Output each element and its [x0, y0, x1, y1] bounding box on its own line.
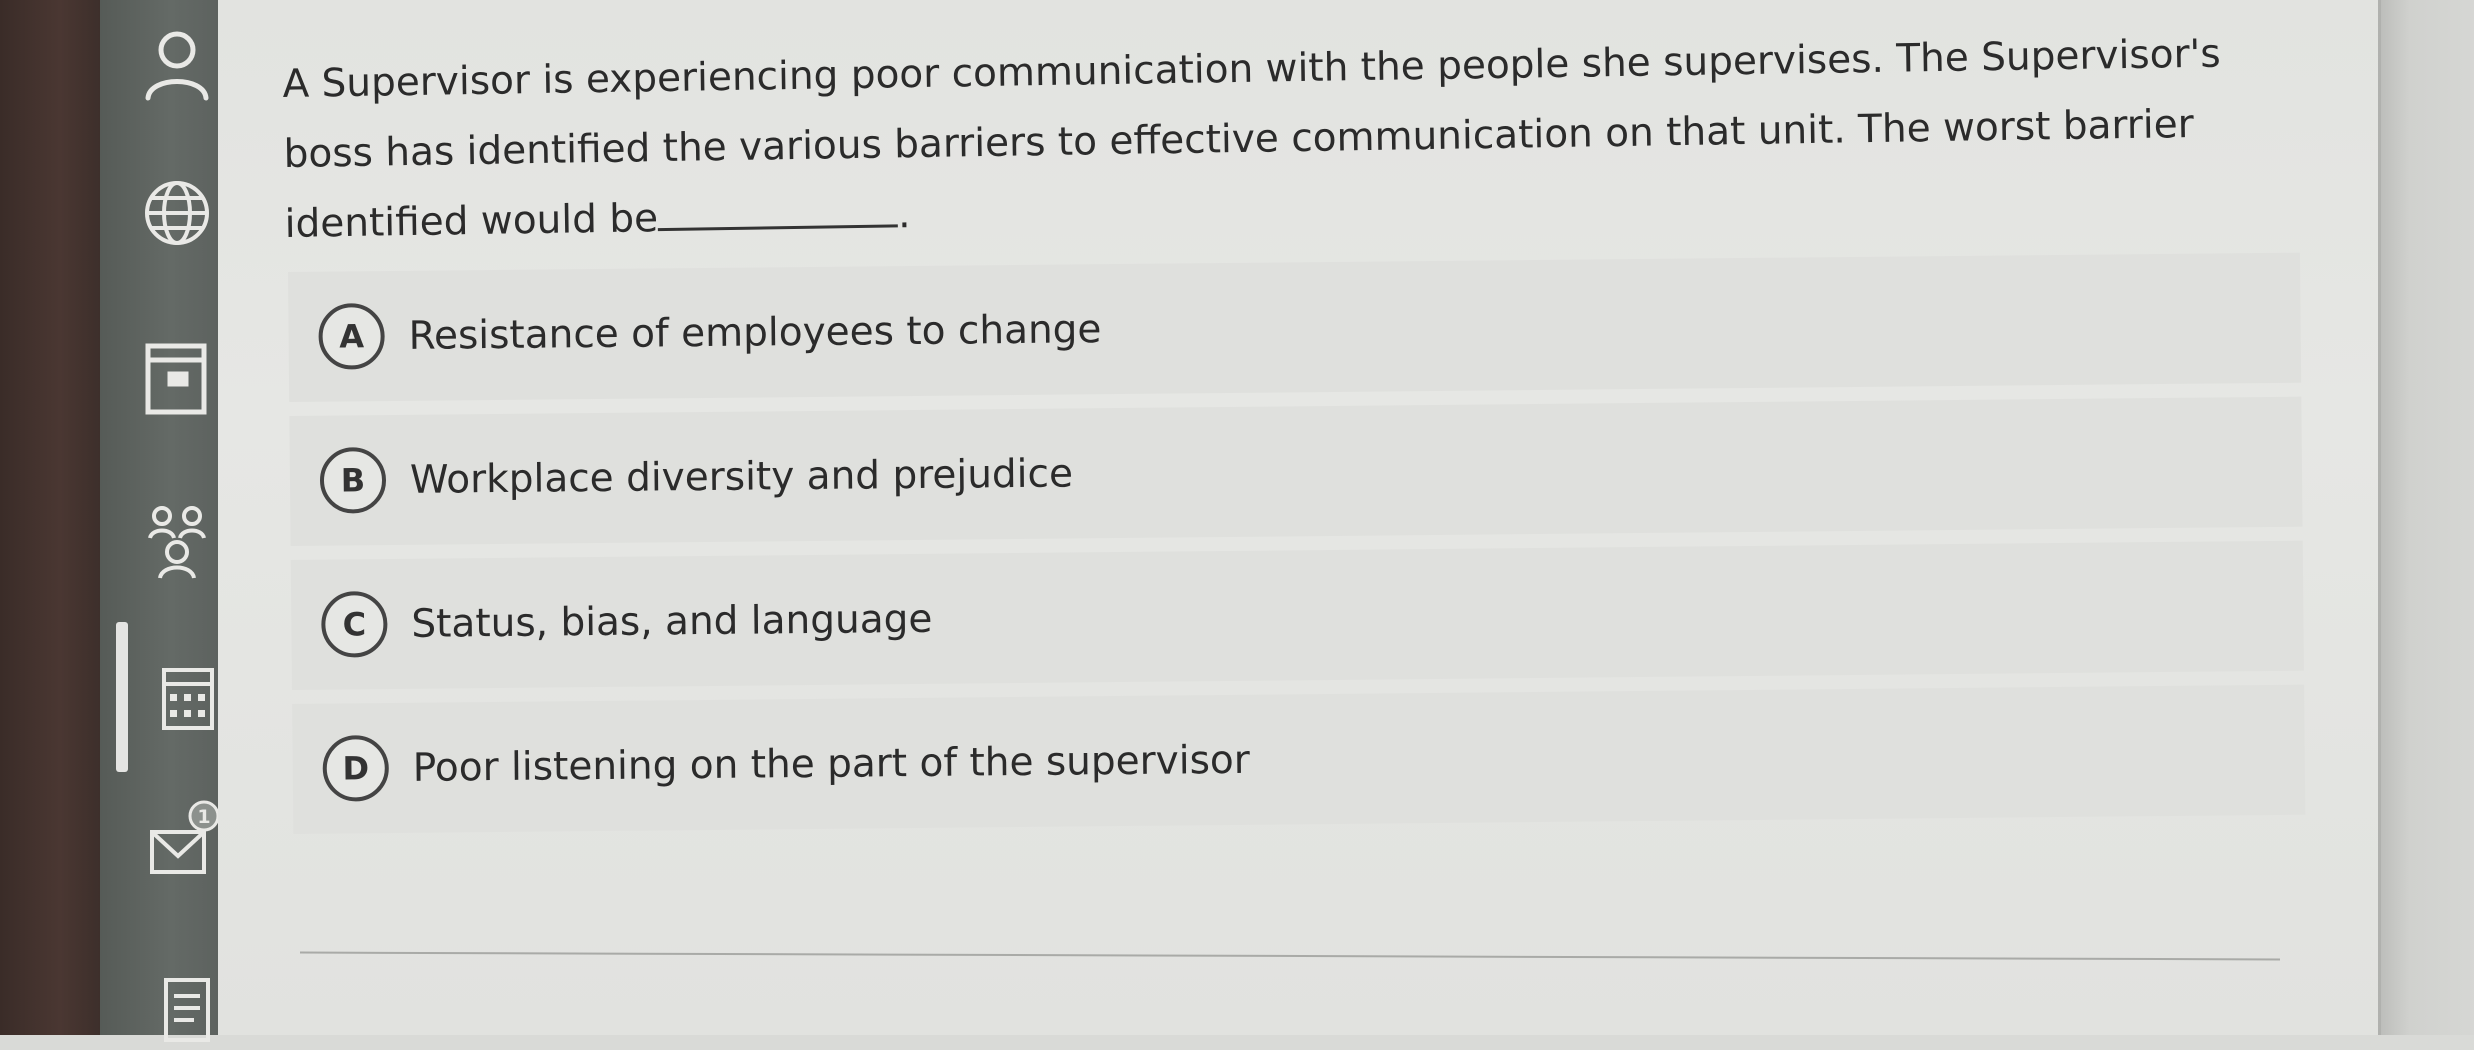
person-icon[interactable] — [136, 22, 218, 104]
document-icon[interactable] — [136, 968, 218, 1050]
mail-icon[interactable]: 1 — [136, 798, 218, 880]
question-stem: A Supervisor is experiencing poor commun… — [282, 31, 2221, 247]
book-icon[interactable] — [136, 338, 218, 420]
globe-icon[interactable] — [136, 172, 218, 254]
option-c-text: Status, bias, and language — [411, 596, 933, 647]
question-suffix: . — [897, 192, 911, 238]
active-indicator — [116, 622, 128, 772]
mail-badge: 1 — [197, 806, 210, 828]
calendar-icon[interactable] — [136, 658, 218, 740]
option-b-text: Workplace diversity and prejudice — [409, 450, 1074, 503]
option-c[interactable]: C Status, bias, and language — [290, 540, 2304, 690]
panel-edge — [2378, 0, 2474, 1035]
people-icon[interactable] — [136, 500, 218, 582]
option-c-letter: C — [321, 591, 388, 658]
answer-blank — [657, 190, 899, 232]
option-a[interactable]: A Resistance of employees to change — [288, 252, 2302, 402]
option-d[interactable]: D Poor listening on the part of the supe… — [292, 684, 2306, 834]
option-a-text: Resistance of employees to change — [408, 306, 1102, 359]
option-d-text: Poor listening on the part of the superv… — [412, 737, 1251, 791]
option-a-letter: A — [318, 303, 385, 370]
screen-bezel — [0, 0, 100, 1035]
option-d-letter: D — [322, 735, 390, 802]
answer-options: A Resistance of employees to change B Wo… — [288, 252, 2306, 848]
option-b[interactable]: B Workplace diversity and prejudice — [289, 396, 2303, 546]
question-text: A Supervisor is experiencing poor commun… — [282, 18, 2295, 260]
option-b-letter: B — [319, 447, 387, 514]
